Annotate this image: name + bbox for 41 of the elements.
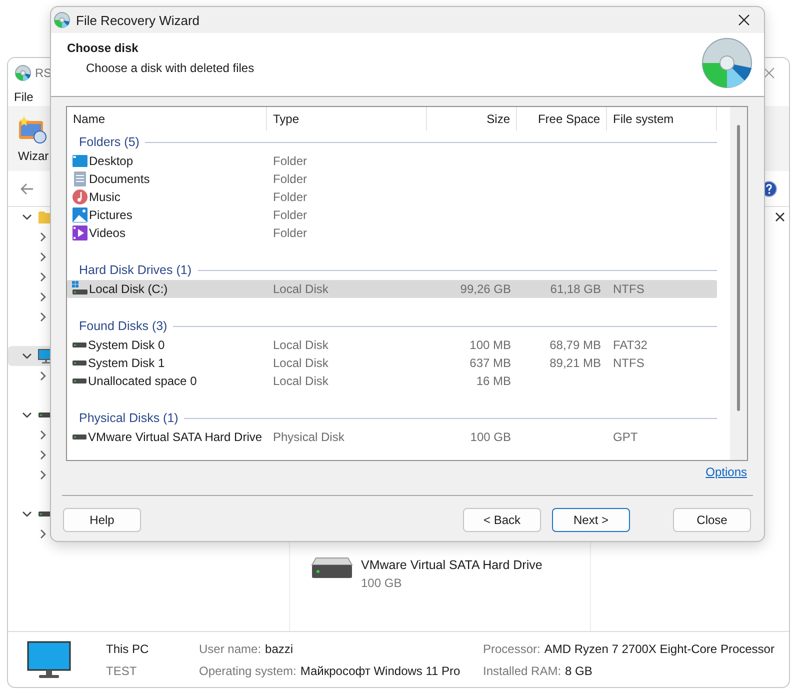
info-label: Installed RAM: bbox=[483, 664, 562, 678]
group-title: Physical Disks (1) bbox=[79, 411, 178, 425]
file-system: GPT bbox=[612, 430, 639, 444]
group-title: Hard Disk Drives (1) bbox=[79, 263, 192, 277]
group-title: Folders (5) bbox=[79, 135, 140, 149]
info-label: Processor: bbox=[483, 642, 540, 656]
file-system: FAT32 bbox=[612, 338, 648, 352]
info-value: AMD Ryzen 7 2700X Eight-Core Processor bbox=[544, 642, 774, 656]
item-type: Folder bbox=[272, 190, 308, 204]
item-type: Local Disk bbox=[272, 282, 330, 296]
info-value: Майкрософт Windows 11 Pro bbox=[300, 664, 460, 678]
item-type: Local Disk bbox=[272, 338, 330, 352]
computer-label: This PC bbox=[106, 642, 150, 656]
step-description: Choose a disk with deleted files bbox=[85, 61, 254, 75]
computer-name: TEST bbox=[106, 664, 138, 678]
info-value: 8 GB bbox=[565, 664, 592, 678]
free-space: 61,18 GB bbox=[549, 282, 602, 296]
size: 99,26 GB bbox=[459, 282, 512, 296]
step-heading: Choose disk bbox=[67, 41, 140, 55]
item-type: Physical Disk bbox=[272, 430, 346, 444]
group-title: Found Disks (3) bbox=[79, 319, 168, 333]
size: 16 MB bbox=[475, 374, 512, 388]
free-space: 68,79 MB bbox=[548, 338, 602, 352]
file-system: NTFS bbox=[612, 282, 646, 296]
size: 637 MB bbox=[468, 356, 512, 370]
info-value: bazzi bbox=[265, 642, 294, 656]
free-space: 89,21 MB bbox=[548, 356, 602, 370]
item-type: Folder bbox=[272, 208, 308, 222]
info-label: User name: bbox=[199, 642, 262, 656]
info-label: Operating system: bbox=[199, 664, 296, 678]
item-type: Folder bbox=[272, 226, 308, 240]
file-system: NTFS bbox=[612, 356, 646, 370]
item-type: Local Disk bbox=[272, 356, 330, 370]
dialog-title: File Recovery Wizard bbox=[76, 12, 200, 28]
item-type: Folder bbox=[272, 172, 308, 186]
item-type: Folder bbox=[272, 154, 308, 168]
size: 100 MB bbox=[468, 338, 512, 352]
size: 100 GB bbox=[469, 430, 512, 444]
item-type: Local Disk bbox=[272, 374, 330, 388]
disk-size: 100 GB bbox=[361, 576, 403, 590]
disk-name: VMware Virtual SATA Hard Drive bbox=[361, 558, 542, 572]
